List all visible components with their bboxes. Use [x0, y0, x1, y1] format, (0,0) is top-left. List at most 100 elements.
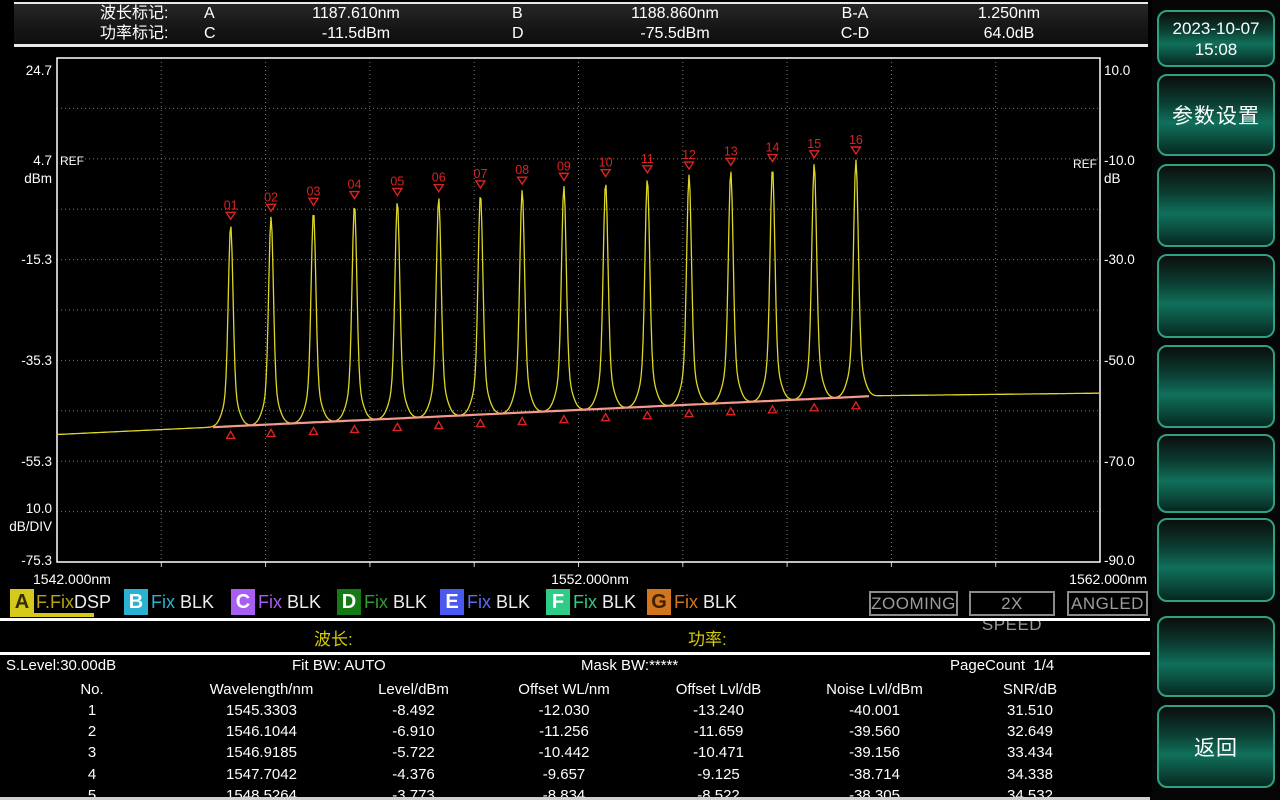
table-cell: -11.256 — [488, 721, 640, 742]
table-header-cell: Wavelength/nm — [184, 679, 339, 700]
table-cell: -5.722 — [339, 742, 488, 763]
peak-table: No.Wavelength/nmLevel/dBmOffset WL/nmOff… — [0, 679, 1110, 800]
trace-mode: F.Fix — [36, 592, 74, 613]
flag-angled: ANGLED — [1067, 591, 1148, 616]
table-cell: -9.657 — [488, 764, 640, 785]
mask-bw-value: Mask BW:***** — [581, 657, 678, 674]
trace-letter-b: B — [124, 589, 148, 615]
trace-button-g[interactable]: GFixBLK — [647, 589, 737, 615]
svg-text:4.7: 4.7 — [33, 153, 52, 168]
svg-text:11: 11 — [641, 152, 654, 166]
table-header-cell: No. — [0, 679, 184, 700]
sidebar-button-label: 参数设置 — [1172, 100, 1260, 130]
svg-text:-50.0: -50.0 — [1104, 353, 1135, 368]
table-header-row: No.Wavelength/nmLevel/dBmOffset WL/nmOff… — [0, 679, 1110, 700]
svg-text:-30.0: -30.0 — [1104, 252, 1135, 267]
trace-status: BLK — [393, 592, 427, 613]
table-cell: 2 — [0, 721, 184, 742]
trace-button-b[interactable]: BFixBLK — [124, 589, 214, 615]
analysis-row: 波长: 功率: — [0, 625, 1150, 649]
svg-text:12: 12 — [682, 148, 696, 162]
trace-button-e[interactable]: EFixBLK — [440, 589, 530, 615]
svg-text:16: 16 — [849, 133, 863, 147]
svg-text:10: 10 — [599, 156, 613, 170]
table-cell: -12.030 — [488, 700, 640, 721]
trace-mode: Fix — [573, 592, 597, 613]
trace-mode: Fix — [674, 592, 698, 613]
trace-button-d[interactable]: DFixBLK — [337, 589, 427, 615]
svg-text:08: 08 — [515, 163, 529, 177]
trace-letter-d: D — [337, 589, 361, 615]
sidebar-button-blank-1[interactable] — [1157, 164, 1275, 247]
svg-text:06: 06 — [432, 171, 446, 185]
flag-zooming: ZOOMING — [869, 591, 958, 616]
trace-status: BLK — [703, 592, 737, 613]
sidebar-button-param-settings[interactable]: 参数设置 — [1157, 74, 1275, 156]
table-header-cell: Offset WL/nm — [488, 679, 640, 700]
svg-text:07: 07 — [474, 167, 488, 181]
trace-letter-g: G — [647, 589, 671, 615]
wavelength-label: 波长: — [314, 625, 353, 650]
sidebar-button-blank-3[interactable] — [1157, 345, 1275, 428]
trace-status: DSP — [74, 592, 111, 613]
table-cell: -39.156 — [797, 742, 952, 763]
table-cell: 1546.9185 — [184, 742, 339, 763]
sidebar-menu: 2023-10-0715:08 参数设置返回 — [1152, 0, 1280, 800]
svg-text:-35.3: -35.3 — [21, 353, 52, 368]
table-cell: 1547.7042 — [184, 764, 339, 785]
page-count: PageCount 1/4 — [950, 657, 1054, 674]
trace-mode: Fix — [258, 592, 282, 613]
info-row: S.Level:30.00dB Fit BW: AUTO Mask BW:***… — [0, 657, 1150, 675]
divider — [0, 618, 1150, 621]
active-trace-underline — [10, 613, 94, 617]
table-header-cell: SNR/dB — [952, 679, 1108, 700]
table-cell: -8.492 — [339, 700, 488, 721]
table-cell: 4 — [0, 764, 184, 785]
table-cell: -38.714 — [797, 764, 952, 785]
power-label: 功率: — [688, 625, 727, 650]
table-cell: 1545.3303 — [184, 700, 339, 721]
svg-text:05: 05 — [390, 175, 404, 189]
svg-text:09: 09 — [557, 159, 571, 173]
table-cell: 3 — [0, 742, 184, 763]
table-cell: -4.376 — [339, 764, 488, 785]
trace-button-c[interactable]: CFixBLK — [231, 589, 321, 615]
sidebar-button-label: 返回 — [1194, 732, 1238, 762]
trace-button-a[interactable]: AF.FixDSP — [10, 589, 111, 615]
svg-text:01: 01 — [224, 198, 238, 212]
sidebar-button-blank-4[interactable] — [1157, 434, 1275, 513]
table-header-cell: Level/dBm — [339, 679, 488, 700]
sidebar-button-blank-2[interactable] — [1157, 254, 1275, 338]
table-cell: 1546.1044 — [184, 721, 339, 742]
svg-text:02: 02 — [264, 190, 278, 204]
sidebar-button-blank-5[interactable] — [1157, 518, 1275, 602]
table-cell: -6.910 — [339, 721, 488, 742]
table-cell: -10.442 — [488, 742, 640, 763]
sidebar-button-datetime[interactable]: 2023-10-0715:08 — [1157, 10, 1275, 67]
table-cell: -40.001 — [797, 700, 952, 721]
table-row: 41547.7042-4.376-9.657-9.125-38.71434.33… — [0, 764, 1110, 785]
svg-text:dBm: dBm — [24, 171, 52, 186]
table-header-cell: Offset Lvl/dB — [640, 679, 797, 700]
svg-text:1552.000nm: 1552.000nm — [551, 571, 629, 587]
trace-mode: Fix — [364, 592, 388, 613]
sidebar-button-back[interactable]: 返回 — [1157, 705, 1275, 788]
svg-text:13: 13 — [724, 144, 738, 158]
table-cell: 32.649 — [952, 721, 1108, 742]
svg-text:-70.0: -70.0 — [1104, 454, 1135, 469]
trace-status: BLK — [496, 592, 530, 613]
trace-letter-c: C — [231, 589, 255, 615]
trace-status: BLK — [602, 592, 636, 613]
trace-status: BLK — [180, 592, 214, 613]
divider — [0, 652, 1150, 655]
svg-text:dB/DIV: dB/DIV — [9, 519, 52, 534]
trace-button-f[interactable]: FFixBLK — [546, 589, 636, 615]
svg-text:03: 03 — [307, 184, 321, 198]
table-row: 31546.9185-5.722-10.442-10.471-39.15633.… — [0, 742, 1110, 763]
svg-text:-90.0: -90.0 — [1104, 553, 1135, 568]
svg-text:-75.3: -75.3 — [21, 553, 52, 568]
svg-text:14: 14 — [766, 141, 780, 155]
datetime-text: 15:08 — [1195, 39, 1238, 60]
svg-text:15: 15 — [807, 137, 821, 151]
sidebar-button-blank-6[interactable] — [1157, 616, 1275, 697]
